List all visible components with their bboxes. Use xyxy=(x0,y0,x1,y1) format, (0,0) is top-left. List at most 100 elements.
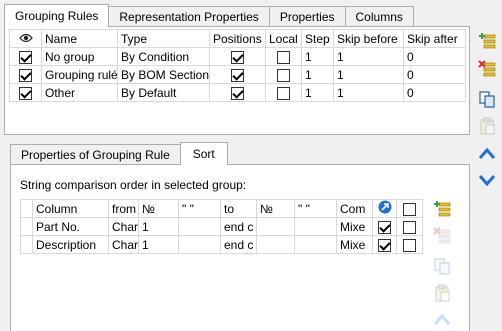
top-tab-bar: Grouping Rules Representation Properties… xyxy=(4,4,414,27)
header-number-to[interactable]: № xyxy=(256,199,295,218)
sort-description: String comparison order in selected grou… xyxy=(20,178,247,192)
header-positions[interactable]: Positions xyxy=(209,29,266,48)
local-checkbox[interactable] xyxy=(277,50,290,64)
sort-number-to[interactable] xyxy=(256,217,295,236)
direction-checkbox[interactable] xyxy=(378,238,391,252)
header-to[interactable]: to xyxy=(220,199,257,218)
header-name[interactable]: Name xyxy=(41,29,118,48)
add-sort-button[interactable] xyxy=(431,198,453,220)
copy-sort-button[interactable] xyxy=(431,255,453,277)
rule-name[interactable]: Grouping rulé xyxy=(41,65,118,84)
local-checkbox[interactable] xyxy=(277,86,290,100)
header-local[interactable]: Local xyxy=(265,29,302,48)
visible-checkbox[interactable] xyxy=(19,68,32,82)
header-select-all[interactable] xyxy=(396,199,423,218)
positions-checkbox[interactable] xyxy=(231,50,244,64)
header-skip-before[interactable]: Skip before xyxy=(333,29,404,48)
delete-rule-button[interactable] xyxy=(476,58,498,80)
header-column[interactable]: Column xyxy=(32,199,109,218)
table-row[interactable]: Description Chara 1 end c Mixe xyxy=(20,235,423,254)
local-checkbox[interactable] xyxy=(277,68,290,82)
header-skip-after[interactable]: Skip after xyxy=(403,29,466,48)
rule-type[interactable]: By BOM Section xyxy=(117,65,210,84)
rule-skip-before[interactable]: 1 xyxy=(333,47,404,66)
copy-icon xyxy=(434,258,450,275)
rule-step[interactable]: 1 xyxy=(301,65,334,84)
header-number-from[interactable]: № xyxy=(138,199,179,218)
rules-header-row: Name Type Positions Local Step Skip befo… xyxy=(9,29,466,48)
bottom-tab-bar: Properties of Grouping Rule Sort xyxy=(10,142,228,165)
move-up-sort-button[interactable] xyxy=(431,308,453,328)
rule-skip-before[interactable]: 1 xyxy=(333,65,404,84)
sort-from[interactable]: Chara xyxy=(108,235,139,254)
extra-checkbox[interactable] xyxy=(403,238,416,252)
header-quote-from[interactable]: " " xyxy=(178,199,221,218)
copy-rule-button[interactable] xyxy=(476,88,498,110)
sort-comparison[interactable]: Mixe xyxy=(336,235,373,254)
direction-checkbox[interactable] xyxy=(378,220,391,234)
sort-from[interactable]: Chara xyxy=(108,217,139,236)
sort-number-from[interactable]: 1 xyxy=(138,235,179,254)
delete-sort-button[interactable] xyxy=(431,225,453,247)
rule-type[interactable]: By Default xyxy=(117,83,210,102)
sort-quote-from[interactable] xyxy=(178,217,221,236)
eye-icon-header[interactable] xyxy=(9,29,42,48)
sort-panel: String comparison order in selected grou… xyxy=(10,164,470,331)
header-step[interactable]: Step xyxy=(301,29,334,48)
row-header[interactable] xyxy=(20,217,33,236)
tab-columns[interactable]: Columns xyxy=(344,6,414,27)
tab-properties[interactable]: Properties xyxy=(268,6,346,27)
visible-checkbox[interactable] xyxy=(19,86,32,100)
header-from[interactable]: from xyxy=(108,199,139,218)
table-row[interactable]: Part No. Chara 1 end c Mixe xyxy=(20,217,423,236)
extra-checkbox[interactable] xyxy=(403,220,416,234)
header-comparison[interactable]: Com xyxy=(336,199,373,218)
sort-column[interactable]: Part No. xyxy=(32,217,109,236)
table-row[interactable]: No group By Condition 1 1 0 xyxy=(9,47,466,66)
sort-quote-from[interactable] xyxy=(178,235,221,254)
positions-checkbox[interactable] xyxy=(231,86,244,100)
tab-representation-properties[interactable]: Representation Properties xyxy=(108,6,270,27)
header-direction[interactable] xyxy=(372,199,397,218)
table-row[interactable]: Other By Default 1 1 0 xyxy=(9,83,466,102)
rule-type[interactable]: By Condition xyxy=(117,47,210,66)
rule-name[interactable]: No group xyxy=(41,47,118,66)
sort-comparison[interactable]: Mixe xyxy=(336,217,373,236)
sort-to[interactable]: end c xyxy=(220,235,257,254)
rule-skip-after[interactable]: 0 xyxy=(403,83,466,102)
paste-sort-button[interactable] xyxy=(431,282,453,304)
eye-icon xyxy=(18,33,33,42)
rule-skip-after[interactable]: 0 xyxy=(403,47,466,66)
paste-rule-button[interactable] xyxy=(476,115,498,137)
rule-skip-before[interactable]: 1 xyxy=(333,83,404,102)
paste-icon xyxy=(435,284,450,302)
add-list-icon xyxy=(479,33,496,49)
sort-column[interactable]: Description xyxy=(32,235,109,254)
copy-icon xyxy=(479,91,495,108)
select-all-checkbox[interactable] xyxy=(403,202,416,216)
tab-grouping-rules[interactable]: Grouping Rules xyxy=(4,4,110,27)
sort-number-to[interactable] xyxy=(256,235,295,254)
move-down-button[interactable] xyxy=(476,169,498,191)
paste-icon xyxy=(480,117,495,135)
tab-sort[interactable]: Sort xyxy=(179,142,228,165)
rule-step[interactable]: 1 xyxy=(301,47,334,66)
sort-table: Column from № " " to № " " Com Part No. … xyxy=(20,199,423,254)
header-quote-to[interactable]: " " xyxy=(294,199,337,218)
table-row[interactable]: Grouping rulé By BOM Section 1 1 0 xyxy=(9,65,466,84)
sort-quote-to[interactable] xyxy=(294,217,337,236)
add-rule-button[interactable] xyxy=(476,30,498,52)
sort-number-from[interactable]: 1 xyxy=(138,217,179,236)
rule-name[interactable]: Other xyxy=(41,83,118,102)
row-header[interactable] xyxy=(20,235,33,254)
sort-quote-to[interactable] xyxy=(294,235,337,254)
positions-checkbox[interactable] xyxy=(231,68,244,82)
rule-skip-after[interactable]: 0 xyxy=(403,65,466,84)
move-up-button[interactable] xyxy=(476,143,498,165)
grouping-rules-panel: Name Type Positions Local Step Skip befo… xyxy=(4,26,470,135)
rule-step[interactable]: 1 xyxy=(301,83,334,102)
sort-to[interactable]: end c xyxy=(220,217,257,236)
visible-checkbox[interactable] xyxy=(19,50,32,64)
tab-properties-of-grouping-rule[interactable]: Properties of Grouping Rule xyxy=(10,144,181,165)
header-type[interactable]: Type xyxy=(117,29,210,48)
